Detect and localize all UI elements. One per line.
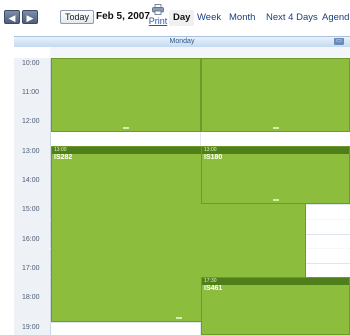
resize-handle[interactable]	[272, 199, 279, 201]
hour-label: 10:00	[22, 60, 40, 67]
event-title: IS180	[204, 154, 223, 161]
current-date: Feb 5, 2007	[96, 11, 150, 22]
calendar-event[interactable]	[51, 58, 201, 132]
tab-next-4-days[interactable]: Next 4 Days	[262, 10, 322, 26]
hour-label: 17:00	[22, 265, 40, 272]
printer-icon	[152, 4, 164, 15]
calendar-event-is461[interactable]: 17:30 IS461	[201, 277, 350, 335]
tab-agenda[interactable]: Agend	[318, 10, 350, 26]
calendar-toolbar: ◀ ▶ Today Feb 5, 2007 Print Day Week Mon…	[0, 0, 350, 36]
collapse-icon[interactable]: ▭	[334, 38, 344, 45]
tab-month[interactable]: Month	[225, 10, 259, 26]
event-title: IS282	[54, 154, 73, 161]
resize-handle[interactable]	[175, 317, 182, 319]
resize-handle[interactable]	[272, 127, 279, 129]
day-label: Monday	[169, 38, 195, 45]
print-button[interactable]: Print	[147, 4, 169, 26]
resize-handle[interactable]	[123, 127, 129, 129]
next-arrow-icon[interactable]: ▶	[22, 10, 38, 24]
hour-label: 14:00	[22, 177, 40, 184]
event-time: 17:30	[202, 278, 349, 285]
hour-label: 18:00	[22, 294, 40, 301]
hour-label: 19:00	[22, 324, 40, 331]
event-time: 13:00	[202, 147, 349, 154]
hour-label: 13:00	[22, 148, 40, 155]
print-link[interactable]: Print	[147, 16, 169, 26]
calendar-event-is180[interactable]: 13:00 IS180	[201, 146, 350, 204]
previous-arrow-icon[interactable]: ◀	[4, 10, 20, 24]
time-grid[interactable]: 10:00 11:00 12:00 13:00 14:00 15:00 16:0…	[14, 58, 350, 335]
today-button[interactable]: Today	[60, 10, 95, 24]
tab-week[interactable]: Week	[193, 10, 225, 26]
calendar-event[interactable]	[201, 58, 350, 132]
hour-label: 12:00	[22, 118, 40, 125]
tab-day[interactable]: Day	[169, 10, 195, 26]
hour-label: 15:00	[22, 206, 40, 213]
hour-label: 16:00	[22, 236, 40, 243]
day-column-header: Monday ▭	[14, 36, 350, 47]
hour-label: 11:00	[22, 89, 39, 96]
event-title: IS461	[204, 285, 223, 292]
